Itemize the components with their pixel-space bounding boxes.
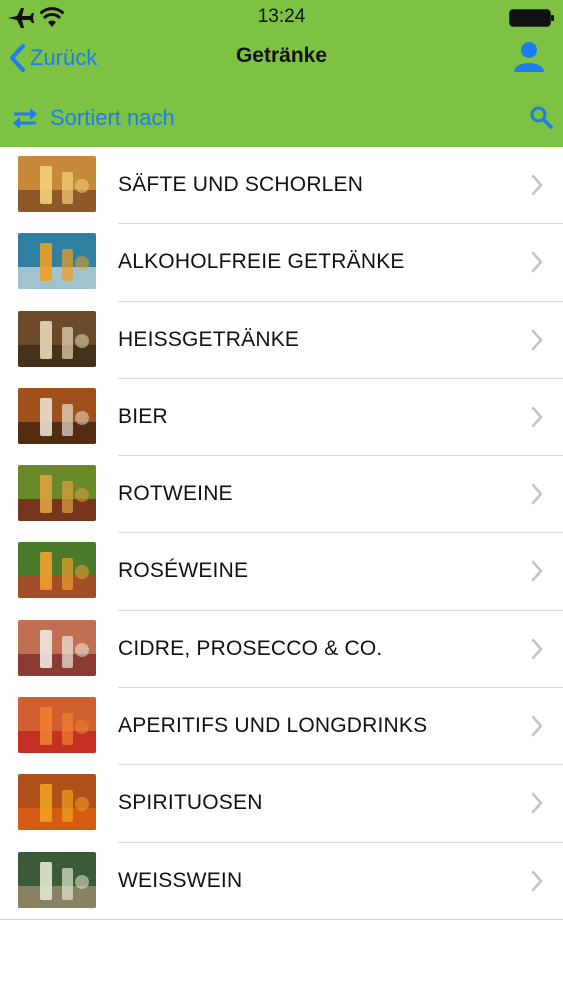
page-title: Getränke bbox=[235, 44, 328, 67]
list-item[interactable]: HEISSGETRÄNKE bbox=[0, 302, 563, 379]
chevron-right-icon bbox=[531, 793, 543, 814]
category-list: SÄFTE UND SCHORLEN ALKOHOLFREIE GETRÄNKE H… bbox=[0, 147, 563, 920]
category-thumbnail bbox=[18, 310, 96, 367]
category-thumbnail bbox=[18, 619, 96, 676]
chevron-right-icon bbox=[531, 483, 543, 505]
category-thumbnail bbox=[18, 774, 96, 831]
list-item[interactable]: ALKOHOLFREIE GETRÄNKE bbox=[0, 224, 563, 302]
list-item[interactable]: ROSÉWEINE bbox=[0, 533, 563, 611]
category-label: SPIRITUOSEN bbox=[118, 791, 263, 815]
chevron-right-icon bbox=[531, 715, 543, 737]
category-label: APERITIFS UND LONGDRINKS bbox=[118, 714, 428, 738]
status-bar: 13:24 bbox=[0, 0, 563, 36]
list-item[interactable]: CIDRE, PROSECCO & CO. bbox=[0, 611, 563, 689]
category-thumbnail bbox=[18, 697, 96, 754]
chevron-right-icon bbox=[531, 252, 543, 273]
chevron-right-icon bbox=[531, 174, 543, 196]
category-label: ALKOHOLFREIE GETRÄNKE bbox=[118, 250, 405, 274]
sort-button-label: Sortiert nach bbox=[50, 105, 175, 130]
nav-bar: Zurück Getränke bbox=[0, 36, 563, 80]
swap-arrows-icon bbox=[13, 108, 37, 129]
search-icon[interactable] bbox=[529, 105, 553, 129]
status-time: 13:24 bbox=[257, 6, 306, 27]
category-label: WEISSWEIN bbox=[118, 868, 243, 892]
row-separator bbox=[0, 918, 563, 920]
category-thumbnail bbox=[18, 851, 96, 908]
list-item[interactable]: SÄFTE UND SCHORLEN bbox=[0, 147, 563, 225]
list-item[interactable]: SPIRITUOSEN bbox=[0, 765, 563, 843]
chevron-right-icon bbox=[531, 638, 543, 660]
toolbar: Sortiert nach bbox=[0, 96, 563, 140]
chevron-right-icon bbox=[531, 406, 543, 428]
chevron-right-icon bbox=[531, 870, 543, 891]
category-thumbnail bbox=[18, 233, 96, 290]
category-label: ROTWEINE bbox=[118, 482, 233, 506]
list-item[interactable]: APERITIFS UND LONGDRINKS bbox=[0, 688, 563, 766]
list-item[interactable]: ROTWEINE bbox=[0, 456, 563, 534]
battery-icon bbox=[509, 9, 554, 27]
category-thumbnail bbox=[18, 465, 96, 522]
sort-button[interactable]: Sortiert nach bbox=[10, 100, 175, 136]
category-label: SÄFTE UND SCHORLEN bbox=[118, 173, 364, 196]
user-icon[interactable] bbox=[513, 40, 545, 72]
category-thumbnail bbox=[18, 542, 96, 599]
category-label: ROSÉWEINE bbox=[118, 559, 249, 583]
list-item[interactable]: BIER bbox=[0, 379, 563, 457]
category-label: HEISSGETRÄNKE bbox=[118, 327, 300, 351]
list-item[interactable]: WEISSWEIN bbox=[0, 843, 563, 920]
category-thumbnail bbox=[18, 387, 96, 444]
category-label: BIER bbox=[118, 404, 168, 428]
category-label: CIDRE, PROSECCO & CO. bbox=[118, 636, 383, 660]
chevron-right-icon bbox=[531, 561, 543, 582]
chevron-right-icon bbox=[531, 329, 543, 350]
header: 13:24 Zurück Getränke Sortiert nach bbox=[0, 0, 563, 147]
category-thumbnail bbox=[18, 156, 96, 212]
